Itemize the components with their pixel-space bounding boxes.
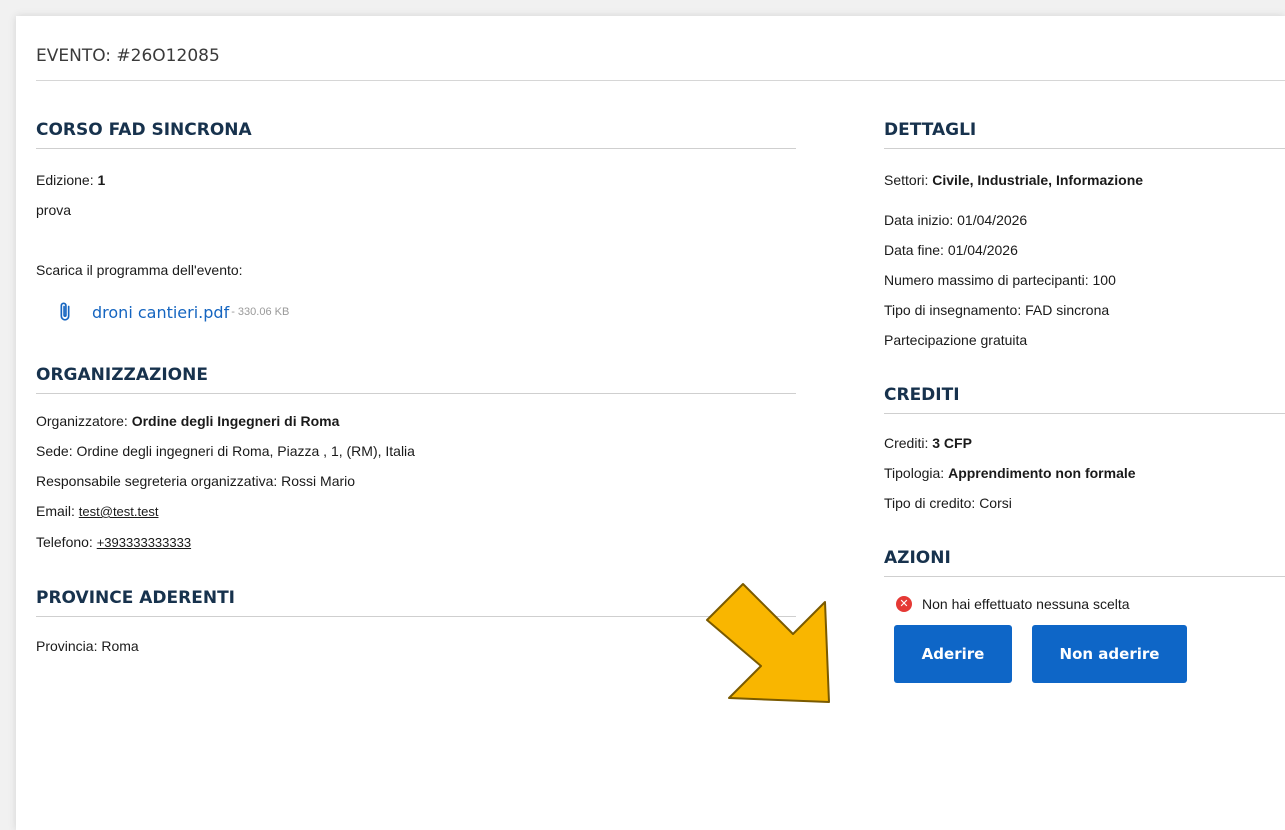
download-label: Scarica il programma dell'evento: xyxy=(36,262,243,278)
phone-link[interactable]: +393333333333 xyxy=(97,535,191,550)
course-info: Edizione: 1 prova Scarica il programma d… xyxy=(36,165,796,327)
choice-status: ✕ Non hai effettuato nessuna scelta xyxy=(884,589,1285,619)
details-heading: DETTAGLI xyxy=(884,120,1285,149)
end-date: Data fine: 01/04/2026 xyxy=(884,242,1018,258)
paperclip-icon xyxy=(60,302,70,321)
organizer-label: Organizzatore: xyxy=(36,413,128,429)
event-panel: EVENTO: #26O12085 CORSO FAD SINCRONA Edi… xyxy=(16,16,1285,830)
participation: Partecipazione gratuita xyxy=(884,332,1028,348)
file-attachment[interactable]: droni cantieri.pdf - 330.06 KB xyxy=(36,297,796,327)
details-info: Settori: Civile, Industriale, Informazio… xyxy=(884,165,1285,355)
organization-heading: ORGANIZZAZIONE xyxy=(36,365,796,394)
decline-button[interactable]: Non aderire xyxy=(1032,625,1187,683)
course-heading: CORSO FAD SINCRONA xyxy=(36,120,796,149)
course-description: prova xyxy=(36,202,72,218)
type-value: Apprendimento non formale xyxy=(948,465,1136,481)
left-column: CORSO FAD SINCRONA Edizione: 1 prova Sca… xyxy=(36,120,796,661)
provinces-info: Provincia: Roma xyxy=(36,631,796,661)
file-size: - 330.06 KB xyxy=(231,306,290,318)
action-buttons: Aderire Non aderire xyxy=(884,625,1285,685)
status-text: Non hai effettuato nessuna scelta xyxy=(922,596,1130,612)
organizer-value: Ordine degli Ingegneri di Roma xyxy=(131,413,340,429)
edition-value: 1 xyxy=(97,172,106,188)
credits-info: Crediti: 3 CFP Tipologia: Apprendimento … xyxy=(884,428,1285,518)
credits-heading: CREDITI xyxy=(884,385,1285,414)
actions-info: ✕ Non hai effettuato nessuna scelta Ader… xyxy=(884,589,1285,685)
credits-value: 3 CFP xyxy=(932,435,972,451)
email-label: Email: xyxy=(36,503,75,519)
type-label: Tipologia: xyxy=(884,465,945,481)
phone-line: Telefono: +393333333333 xyxy=(36,527,796,558)
edition-line: Edizione: 1 xyxy=(36,165,796,195)
right-column: DETTAGLI Settori: Civile, Industriale, I… xyxy=(884,120,1285,685)
organization-info: Organizzatore: Ordine degli Ingegneri di… xyxy=(36,406,796,558)
credit-kind: Tipo di credito: Corsi xyxy=(884,495,1012,511)
sectors-label: Settori: xyxy=(884,172,929,188)
join-button[interactable]: Aderire xyxy=(894,625,1012,683)
file-link[interactable]: droni cantieri.pdf xyxy=(92,303,229,322)
actions-heading: AZIONI xyxy=(884,548,1285,577)
phone-label: Telefono: xyxy=(36,534,93,550)
provinces-heading: PROVINCE ADERENTI xyxy=(36,588,796,617)
credits-line: Crediti: 3 CFP xyxy=(884,428,1285,458)
start-date: Data inizio: 01/04/2026 xyxy=(884,212,1028,228)
seat-line: Sede: Ordine degli ingegneri di Roma, Pi… xyxy=(36,443,415,459)
max-participants: Numero massimo di partecipanti: 100 xyxy=(884,272,1116,288)
sectors-value: Civile, Industriale, Informazione xyxy=(932,172,1144,188)
teaching-type: Tipo di insegnamento: FAD sincrona xyxy=(884,302,1110,318)
province-line: Provincia: Roma xyxy=(36,638,139,654)
title-divider xyxy=(36,80,1285,81)
email-line: Email: test@test.test xyxy=(36,496,796,527)
error-x-icon: ✕ xyxy=(896,596,912,612)
edition-label: Edizione: xyxy=(36,172,94,188)
email-link[interactable]: test@test.test xyxy=(79,504,159,519)
type-line: Tipologia: Apprendimento non formale xyxy=(884,458,1285,488)
organizer-line: Organizzatore: Ordine degli Ingegneri di… xyxy=(36,406,796,436)
credits-label: Crediti: xyxy=(884,435,929,451)
pointer-arrow-icon xyxy=(706,583,830,703)
page-title: EVENTO: #26O12085 xyxy=(36,46,220,66)
sectors-line: Settori: Civile, Industriale, Informazio… xyxy=(884,165,1285,195)
secretary-line: Responsabile segreteria organizzativa: R… xyxy=(36,473,356,489)
